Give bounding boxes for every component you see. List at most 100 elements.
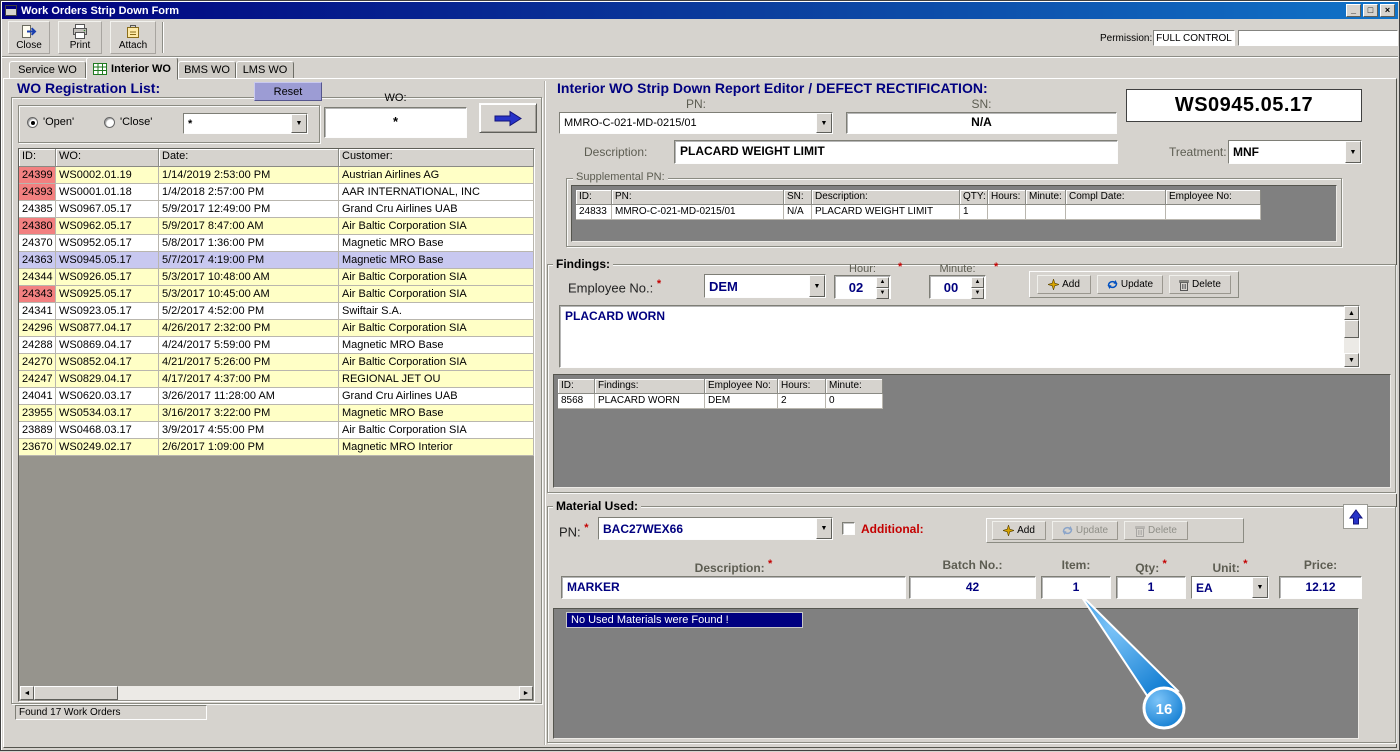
wo-row[interactable]: 24399WS0002.01.191/14/2019 2:53:00 PMAus… xyxy=(19,167,534,184)
treatment-combobox[interactable]: MNF ▼ xyxy=(1228,140,1362,164)
wo-table-hscrollbar[interactable]: ◄ ► xyxy=(20,686,533,700)
findings-vscrollbar[interactable]: ▲ ▼ xyxy=(1344,306,1359,367)
findings-update-button[interactable]: Update xyxy=(1097,275,1163,294)
wo-row[interactable]: 23955WS0534.03.173/16/2017 3:22:00 PMMag… xyxy=(19,405,534,422)
unit-combobox[interactable]: EA ▼ xyxy=(1191,576,1269,599)
wo-row[interactable]: 24270WS0852.04.174/21/2017 5:26:00 PMAir… xyxy=(19,354,534,371)
findings-col-hours[interactable]: Hours: xyxy=(778,379,826,394)
dropdown-arrow-icon[interactable]: ▼ xyxy=(809,275,825,297)
permission-extra-field xyxy=(1238,30,1398,46)
spin-up-icon[interactable]: ▲ xyxy=(876,277,889,288)
vscroll-thumb[interactable] xyxy=(1344,320,1359,338)
wo-row[interactable]: 24343WS0925.05.175/3/2017 10:45:00 AMAir… xyxy=(19,286,534,303)
findings-col-id[interactable]: ID: xyxy=(558,379,595,394)
supp-col-minute[interactable]: Minute: xyxy=(1026,190,1066,205)
minute-spinner[interactable]: 00 ▲▼ xyxy=(929,275,986,299)
wo-row[interactable]: 24370WS0952.05.175/8/2017 1:36:00 PMMagn… xyxy=(19,235,534,252)
wo-row[interactable]: 24341WS0923.05.175/2/2017 4:52:00 PMSwif… xyxy=(19,303,534,320)
findings-col-findings[interactable]: Findings: xyxy=(595,379,705,394)
search-button[interactable] xyxy=(479,103,537,133)
tab-bms-wo[interactable]: BMS WO xyxy=(178,61,236,79)
item-field[interactable]: 1 xyxy=(1041,576,1111,599)
supp-col-hours[interactable]: Hours: xyxy=(988,190,1026,205)
findings-row[interactable]: 8568 PLACARD WORN DEM 2 0 xyxy=(558,394,883,409)
wo-row[interactable]: 24380WS0962.05.175/9/2017 8:47:00 AMAir … xyxy=(19,218,534,235)
wo-col-wo[interactable]: WO: xyxy=(56,149,159,167)
wo-col-date[interactable]: Date: xyxy=(159,149,339,167)
spin-down-icon[interactable]: ▼ xyxy=(876,288,889,299)
supp-col-description[interactable]: Description: xyxy=(812,190,960,205)
wo-row[interactable]: 24288WS0869.04.174/24/2017 5:59:00 PMMag… xyxy=(19,337,534,354)
radio-open[interactable]: 'Open' xyxy=(27,116,74,128)
findings-col-employee[interactable]: Employee No: xyxy=(705,379,778,394)
material-pn-combobox[interactable]: BAC27WEX66 ▼ xyxy=(598,517,833,540)
supp-col-id[interactable]: ID: xyxy=(576,190,612,205)
dropdown-arrow-icon[interactable]: ▼ xyxy=(291,114,307,133)
material-add-button[interactable]: Add xyxy=(992,521,1046,540)
print-button[interactable]: Print xyxy=(58,21,102,54)
material-update-button[interactable]: Update xyxy=(1052,521,1118,540)
findings-textarea[interactable]: PLACARD WORN ▲ ▼ xyxy=(559,305,1360,368)
attach-button[interactable]: Attach xyxy=(110,21,156,54)
wo-row[interactable]: 24344WS0926.05.175/3/2017 10:48:00 AMAir… xyxy=(19,269,534,286)
close-button[interactable]: Close xyxy=(8,21,50,54)
sn-value: N/A xyxy=(971,115,992,129)
supplemental-row[interactable]: 24833 MMRO-C-021-MD-0215/01 N/A PLACARD … xyxy=(576,205,1261,220)
supp-col-employee[interactable]: Employee No: xyxy=(1166,190,1261,205)
hour-spinner[interactable]: 02 ▲▼ xyxy=(834,275,891,299)
scroll-left-icon[interactable]: ◄ xyxy=(20,686,34,700)
hscroll-thumb[interactable] xyxy=(34,686,118,700)
reset-button[interactable]: Reset xyxy=(254,82,322,101)
minimize-icon[interactable]: _ xyxy=(1346,4,1361,17)
wo-row[interactable]: 23670WS0249.02.172/6/2017 1:09:00 PMMagn… xyxy=(19,439,534,456)
pn-combobox[interactable]: MMRO-C-021-MD-0215/01 ▼ xyxy=(559,112,833,134)
wo-filter-combobox[interactable]: * ▼ xyxy=(183,113,308,134)
wo-list-title: WO Registration List: xyxy=(17,80,164,96)
material-description-field[interactable]: MARKER xyxy=(561,576,906,599)
wo-search-input[interactable]: * xyxy=(324,107,467,138)
tab-service-wo[interactable]: Service WO xyxy=(9,61,86,79)
scroll-down-icon[interactable]: ▼ xyxy=(1344,353,1359,367)
wo-row[interactable]: 24296WS0877.04.174/26/2017 2:32:00 PMAir… xyxy=(19,320,534,337)
tab-interior-wo[interactable]: Interior WO xyxy=(86,57,178,80)
wo-row[interactable]: 24247WS0829.04.174/17/2017 4:37:00 PMREG… xyxy=(19,371,534,388)
supp-col-pn[interactable]: PN: xyxy=(612,190,784,205)
dropdown-arrow-icon[interactable]: ▼ xyxy=(1252,577,1268,598)
scroll-up-icon[interactable]: ▲ xyxy=(1344,306,1359,320)
findings-col-minute[interactable]: Minute: xyxy=(826,379,883,394)
update-icon xyxy=(1107,279,1118,290)
additional-checkbox[interactable] xyxy=(842,522,855,535)
wo-row[interactable]: 24393WS0001.01.181/4/2018 2:57:00 PMAAR … xyxy=(19,184,534,201)
scroll-right-icon[interactable]: ► xyxy=(519,686,533,700)
spin-up-icon[interactable]: ▲ xyxy=(971,277,984,288)
dropdown-arrow-icon[interactable]: ▼ xyxy=(816,518,832,539)
findings-delete-button[interactable]: Delete xyxy=(1169,275,1231,294)
close-window-icon[interactable]: × xyxy=(1380,4,1395,17)
description-field[interactable]: PLACARD WEIGHT LIMIT xyxy=(674,140,1118,164)
supp-col-qty[interactable]: QTY: xyxy=(960,190,988,205)
supp-col-compl-date[interactable]: Compl Date: xyxy=(1066,190,1166,205)
collapse-button[interactable] xyxy=(1343,504,1368,529)
wo-cell: 24341 xyxy=(19,303,56,320)
supp-col-sn[interactable]: SN: xyxy=(784,190,812,205)
material-delete-button[interactable]: Delete xyxy=(1124,521,1188,540)
wo-row[interactable]: 24041WS0620.03.173/26/2017 11:28:00 AMGr… xyxy=(19,388,534,405)
wo-col-id[interactable]: ID: xyxy=(19,149,56,167)
findings-cell: 2 xyxy=(778,394,826,409)
wo-cell: WS0001.01.18 xyxy=(56,184,159,201)
dropdown-arrow-icon[interactable]: ▼ xyxy=(816,113,832,133)
wo-col-customer[interactable]: Customer: xyxy=(339,149,534,167)
employee-combobox[interactable]: DEM ▼ xyxy=(704,274,826,298)
radio-close[interactable]: 'Close' xyxy=(104,116,152,128)
wo-row[interactable]: 24385WS0967.05.175/9/2017 12:49:00 PMGra… xyxy=(19,201,534,218)
dropdown-arrow-icon[interactable]: ▼ xyxy=(1345,141,1361,163)
batch-field[interactable]: 42 xyxy=(909,576,1036,599)
maximize-icon[interactable]: □ xyxy=(1363,4,1378,17)
qty-field[interactable]: 1 xyxy=(1116,576,1186,599)
wo-row[interactable]: 24363WS0945.05.175/7/2017 4:19:00 PMMagn… xyxy=(19,252,534,269)
wo-row[interactable]: 23889WS0468.03.173/9/2017 4:55:00 PMAir … xyxy=(19,422,534,439)
tab-lms-wo[interactable]: LMS WO xyxy=(236,61,294,79)
findings-add-button[interactable]: Add xyxy=(1037,275,1091,294)
price-field[interactable]: 12.12 xyxy=(1279,576,1362,599)
spin-down-icon[interactable]: ▼ xyxy=(971,288,984,299)
